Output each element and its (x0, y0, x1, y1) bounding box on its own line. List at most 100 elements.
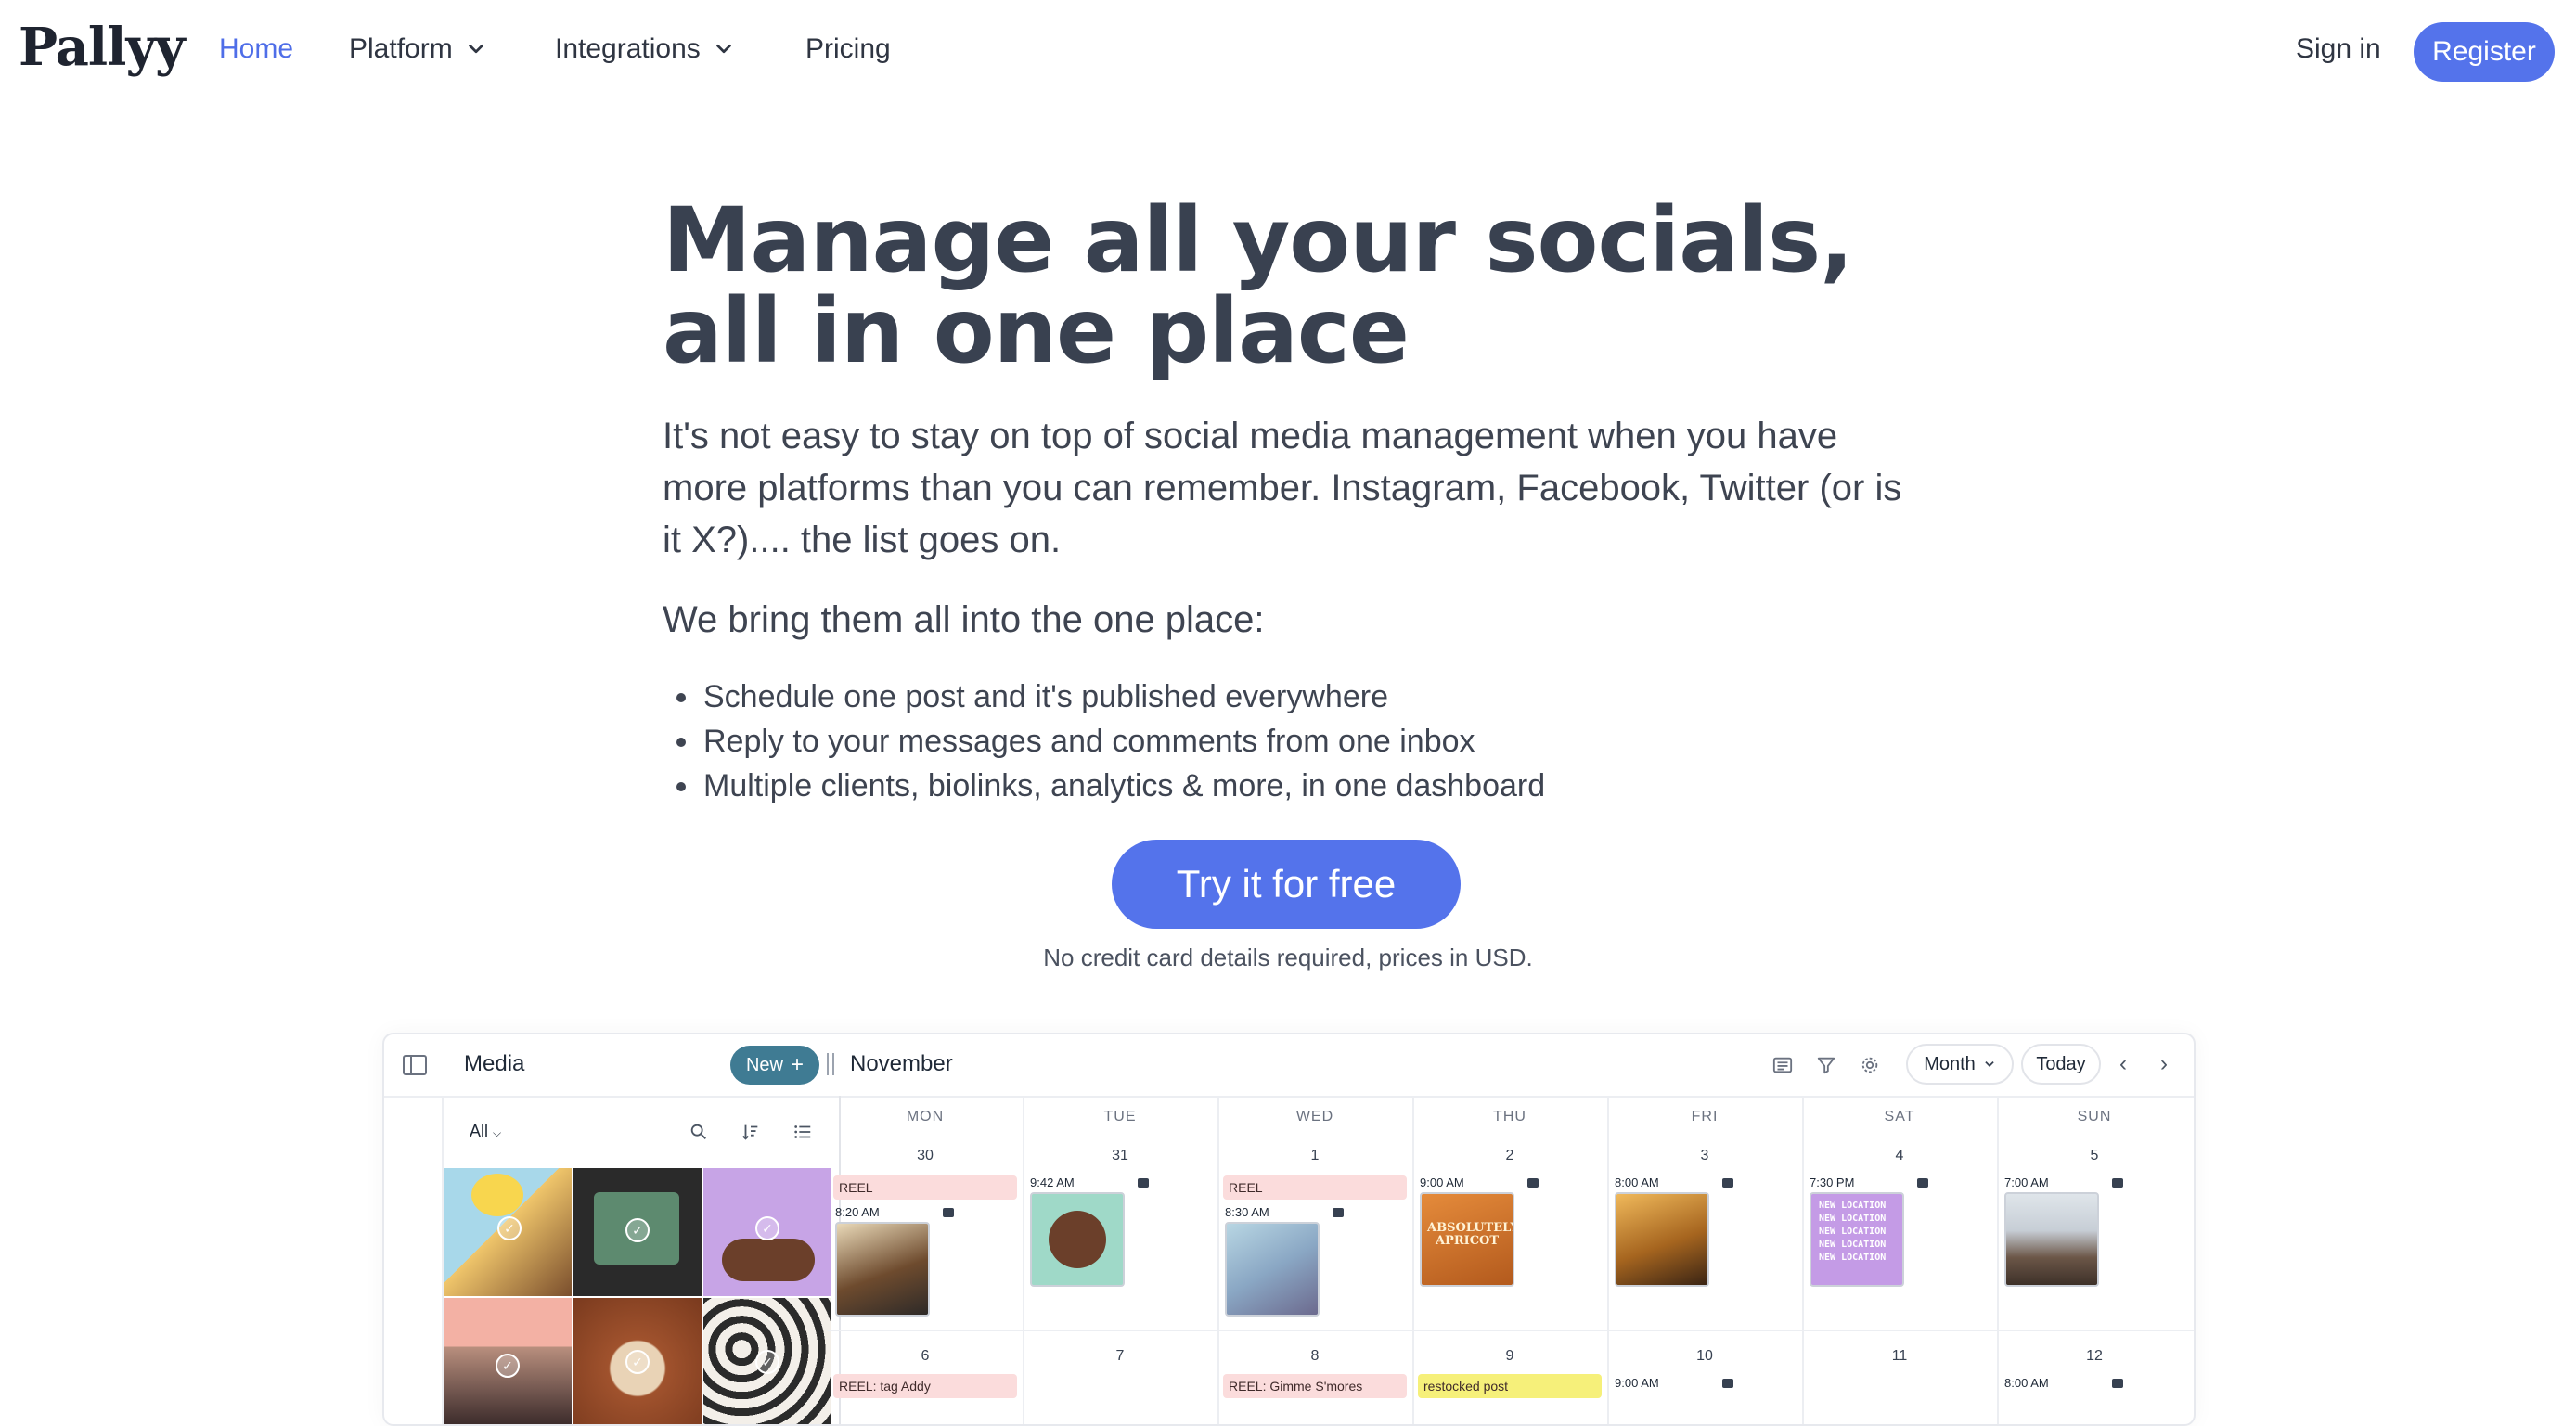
view-mode-select[interactable]: Month (1906, 1044, 2014, 1085)
reel-tag[interactable]: REEL: Gimme S'mores (1223, 1374, 1407, 1398)
list-view-icon[interactable] (1772, 1055, 1793, 1075)
nav-integrations-dropdown[interactable]: Integrations (555, 33, 734, 65)
previous-month-icon[interactable]: ‹ (2119, 1051, 2127, 1077)
calendar-date[interactable]: 2 (1412, 1148, 1607, 1164)
media-filter-select[interactable]: All ⌵ (470, 1122, 501, 1141)
post-time: 8:00 AM (1615, 1175, 1733, 1189)
no-credit-card-note: No credit card details required, prices … (1043, 944, 1533, 971)
weekday-header: THU (1493, 1109, 1526, 1124)
post-time: 8:00 AM (2004, 1376, 2123, 1390)
media-thumbnail[interactable]: ✓ (573, 1298, 702, 1424)
weekday-header: SUN (2077, 1109, 2112, 1124)
media-panel-title: Media (464, 1051, 525, 1076)
media-library-panel: All ⌵ ✓ ✓ ✓ ✓ ✓ ✓ (444, 1096, 841, 1424)
post-time-label: 7:30 PM (1810, 1175, 1855, 1189)
today-button[interactable]: Today (2021, 1044, 2101, 1085)
try-free-button[interactable]: Try it for free (1112, 840, 1461, 929)
nav-pricing-link[interactable]: Pricing (805, 33, 891, 65)
calendar-date[interactable]: 8 (1217, 1348, 1412, 1365)
app-toolbar: Media New + November Month Today ‹ › (384, 1034, 2194, 1098)
grid-divider (1412, 1096, 1414, 1424)
media-thumbnail[interactable]: ✓ (444, 1298, 572, 1424)
hero-lead-text: It's not easy to stay on top of social m… (663, 416, 1902, 560)
next-month-icon[interactable]: › (2160, 1051, 2168, 1077)
calendar-date[interactable]: 4 (1802, 1148, 1997, 1164)
calendar-date[interactable]: 10 (1607, 1348, 1802, 1365)
camera-icon (1721, 1378, 1733, 1388)
calendar-date[interactable]: 3 (1607, 1148, 1802, 1164)
calendar-date[interactable]: 30 (828, 1148, 1023, 1164)
calendar-date[interactable]: 5 (1997, 1148, 2192, 1164)
chevron-down-icon (468, 44, 483, 54)
sign-in-link[interactable]: Sign in (2296, 33, 2381, 65)
feature-item: Multiple clients, biolinks, analytics & … (702, 764, 1925, 808)
calendar-date[interactable]: 11 (1802, 1348, 1997, 1365)
post-time-label: 8:00 AM (2004, 1376, 2049, 1390)
post-time-label: 7:00 AM (2004, 1175, 2049, 1189)
new-media-button[interactable]: New + (730, 1046, 819, 1085)
reel-tag[interactable]: REEL (833, 1175, 1017, 1200)
media-grid: ✓ ✓ ✓ ✓ ✓ ✓ (444, 1168, 831, 1424)
hero-title: Manage all your socials, all in one plac… (663, 188, 1854, 383)
post-time: 8:20 AM (835, 1205, 954, 1219)
sidebar-toggle-icon[interactable] (403, 1055, 427, 1075)
weekday-header: MON (906, 1109, 945, 1124)
reel-tag[interactable]: REEL (1223, 1175, 1407, 1200)
register-button[interactable]: Register (2414, 22, 2555, 82)
post-time: 9:00 AM (1420, 1175, 1539, 1189)
nav-home-label: Home (219, 33, 294, 64)
media-thumbnail[interactable]: ✓ (703, 1168, 831, 1296)
scheduled-post-thumbnail[interactable] (835, 1222, 930, 1317)
sort-icon[interactable] (741, 1122, 761, 1142)
nav-platform-dropdown[interactable]: Platform (349, 33, 486, 65)
media-thumbnail[interactable]: ✓ (703, 1298, 831, 1424)
check-icon: ✓ (496, 1354, 520, 1378)
camera-icon (1332, 1207, 1344, 1217)
reel-tag[interactable]: REEL: tag Addy (833, 1374, 1017, 1398)
panel-resize-handle[interactable] (827, 1053, 834, 1075)
filter-icon[interactable] (1816, 1055, 1836, 1075)
hero-section: Manage all your socials, all in one plac… (663, 195, 1925, 808)
calendar-date[interactable]: 6 (828, 1348, 1023, 1365)
calendar-date[interactable]: 9 (1412, 1348, 1607, 1365)
scheduled-post-thumbnail[interactable] (2004, 1192, 2099, 1287)
check-icon: ✓ (625, 1218, 650, 1242)
today-label: Today (2036, 1053, 2086, 1074)
new-button-label: New (745, 1054, 783, 1075)
post-overlay-text: ABSOLUTELY APRICOT (1427, 1221, 1514, 1248)
media-thumbnail[interactable]: ✓ (573, 1168, 702, 1296)
feature-item: Reply to your messages and comments from… (702, 719, 1925, 764)
restocked-tag[interactable]: restocked post (1418, 1374, 1602, 1398)
nav-integrations-label: Integrations (555, 33, 701, 64)
gear-icon[interactable] (1860, 1055, 1880, 1075)
scheduled-post-thumbnail[interactable] (1615, 1192, 1709, 1287)
calendar-date[interactable]: 12 (1997, 1348, 2192, 1365)
search-icon[interactable] (689, 1122, 709, 1142)
nav-home-link[interactable]: Home (219, 33, 293, 65)
scheduled-post-thumbnail[interactable] (1225, 1222, 1320, 1317)
scheduled-post-thumbnail[interactable]: ABSOLUTELY APRICOT (1420, 1192, 1514, 1287)
weekday-header: TUE (1103, 1109, 1137, 1124)
calendar-month-title: November (850, 1051, 953, 1076)
grid-divider (1023, 1096, 1024, 1424)
post-time: 9:42 AM (1030, 1175, 1149, 1189)
weekday-header: SAT (1884, 1109, 1915, 1124)
post-overlay-text: NEW LOCATION NEW LOCATION NEW LOCATION N… (1819, 1201, 1887, 1263)
grid-divider (1607, 1096, 1609, 1424)
list-icon[interactable] (792, 1122, 813, 1142)
grid-divider (1217, 1096, 1219, 1424)
camera-icon (2111, 1378, 2123, 1388)
camera-icon (1526, 1177, 1539, 1188)
scheduled-post-thumbnail[interactable]: NEW LOCATION NEW LOCATION NEW LOCATION N… (1810, 1192, 1904, 1287)
camera-icon (1137, 1177, 1149, 1188)
media-thumbnail[interactable]: ✓ (444, 1168, 572, 1296)
calendar-date[interactable]: 1 (1217, 1148, 1412, 1164)
grid-divider (1802, 1096, 1804, 1424)
pallyy-logo[interactable]: Pallyy (19, 17, 186, 78)
scheduled-post-thumbnail[interactable] (1030, 1192, 1125, 1287)
post-time-label: 9:00 AM (1615, 1376, 1659, 1390)
calendar-date[interactable]: 31 (1023, 1148, 1217, 1164)
app-side-rail (384, 1096, 444, 1424)
calendar-date[interactable]: 7 (1023, 1348, 1217, 1365)
check-icon: ✓ (497, 1216, 522, 1240)
